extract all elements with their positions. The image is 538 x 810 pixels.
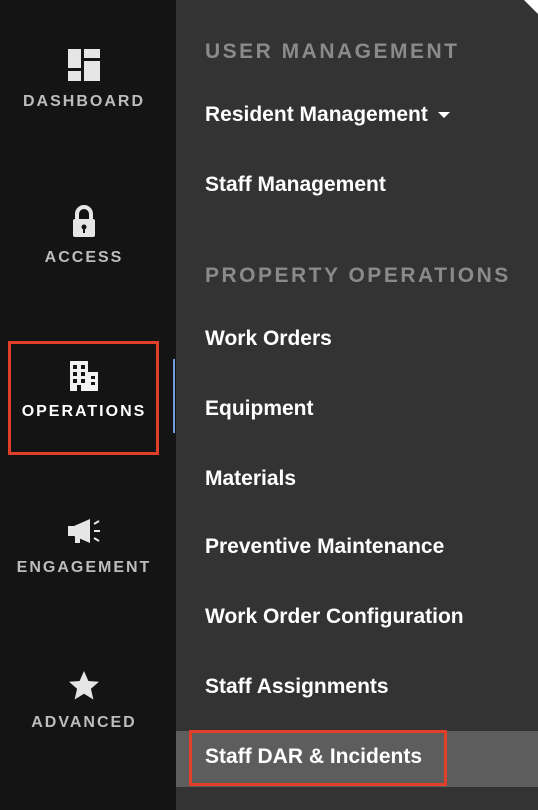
corner-triangle-icon — [524, 0, 538, 14]
section-header-user-management: USER MANAGEMENT — [205, 40, 460, 63]
rail-label-access: ACCESS — [44, 249, 124, 266]
megaphone-icon — [66, 513, 102, 549]
menu-item-staff-dar-incidents[interactable]: Staff DAR & Incidents — [205, 745, 422, 769]
building-icon — [66, 357, 102, 393]
flyout-menu: USER MANAGEMENT Resident Management Staf… — [176, 0, 538, 810]
rail-label-advanced: ADVANCED — [31, 714, 137, 731]
rail-label-operations: OPERATIONS — [21, 403, 147, 420]
star-icon — [66, 668, 102, 704]
nav-rail: DASHBOARD ACCESS OPERATIONS ENGAGEMENT A… — [0, 0, 176, 810]
rail-item-engagement[interactable]: ENGAGEMENT — [0, 513, 168, 577]
lock-icon — [66, 203, 102, 239]
active-rail-indicator — [173, 359, 175, 433]
menu-item-staff-assignments[interactable]: Staff Assignments — [205, 675, 389, 699]
rail-item-access[interactable]: ACCESS — [0, 203, 168, 267]
rail-item-operations[interactable]: OPERATIONS — [0, 357, 168, 421]
menu-item-equipment[interactable]: Equipment — [205, 397, 314, 421]
menu-item-preventive-maintenance[interactable]: Preventive Maintenance — [205, 535, 444, 559]
rail-label-engagement: ENGAGEMENT — [16, 559, 152, 576]
menu-item-work-order-configuration[interactable]: Work Order Configuration — [205, 605, 464, 629]
rail-label-dashboard: DASHBOARD — [23, 93, 145, 110]
menu-item-materials[interactable]: Materials — [205, 467, 296, 491]
menu-item-work-orders[interactable]: Work Orders — [205, 327, 332, 351]
section-header-property-operations: PROPERTY OPERATIONS — [205, 264, 511, 287]
rail-item-advanced[interactable]: ADVANCED — [0, 668, 168, 732]
rail-item-dashboard[interactable]: DASHBOARD — [0, 47, 168, 111]
menu-item-label: Resident Management — [205, 103, 428, 126]
caret-down-icon — [437, 112, 450, 118]
menu-item-resident-management[interactable]: Resident Management — [205, 103, 450, 127]
dashboard-icon — [66, 47, 102, 83]
menu-item-staff-management[interactable]: Staff Management — [205, 173, 386, 197]
